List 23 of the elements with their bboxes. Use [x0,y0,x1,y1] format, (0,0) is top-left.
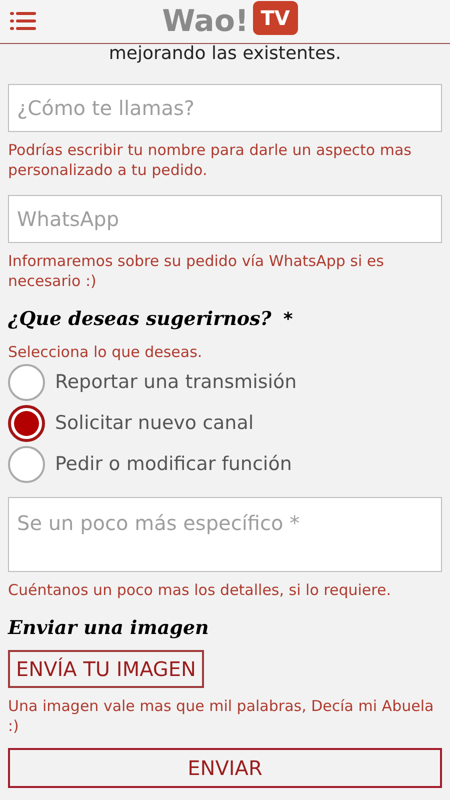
radio-button[interactable] [8,405,45,442]
radio-button[interactable] [8,364,45,401]
image-help-text: Una imagen vale mas que mil palabras, Decía mi Abuela :) [8,696,435,736]
radio-option[interactable]: Pedir o modificar función [8,446,442,482]
logo-badge: TV [252,0,298,34]
submit-button[interactable]: ENVIAR [8,748,442,788]
select-help-text: Selecciona lo que deseas. [8,342,204,362]
radio-button[interactable] [8,446,45,483]
details-field[interactable]: Se un poco más específico * [8,496,442,572]
section-heading: ¿Que deseas sugerirnos? [8,307,272,332]
radio-option[interactable]: Solicitar nuevo canal [8,406,442,442]
menu-icon[interactable] [10,12,36,30]
section-heading: Enviar una imagen [8,616,210,640]
whatsapp-help-text: Informaremos sobre su pedido vía WhatsApp si es necesario :) [8,251,385,291]
required-mark: * [283,308,293,332]
radio-option[interactable]: Reportar una transmisión [8,364,442,400]
upload-image-button[interactable]: ENVÍA TU IMAGEN [8,650,204,688]
intro-text: mejorando las existentes. [108,44,342,64]
logo-text: Wao! [162,6,249,36]
whatsapp-field[interactable]: WhatsApp [8,195,442,243]
name-help-text: Podrías escribir tu nombre para darle un aspecto mas personalizado a tu pedido. [8,140,412,180]
details-help-text: Cuéntanos un poco mas los detalles, si lo requiere. [8,580,392,600]
name-field[interactable]: ¿Cómo te llamas? [8,84,442,132]
